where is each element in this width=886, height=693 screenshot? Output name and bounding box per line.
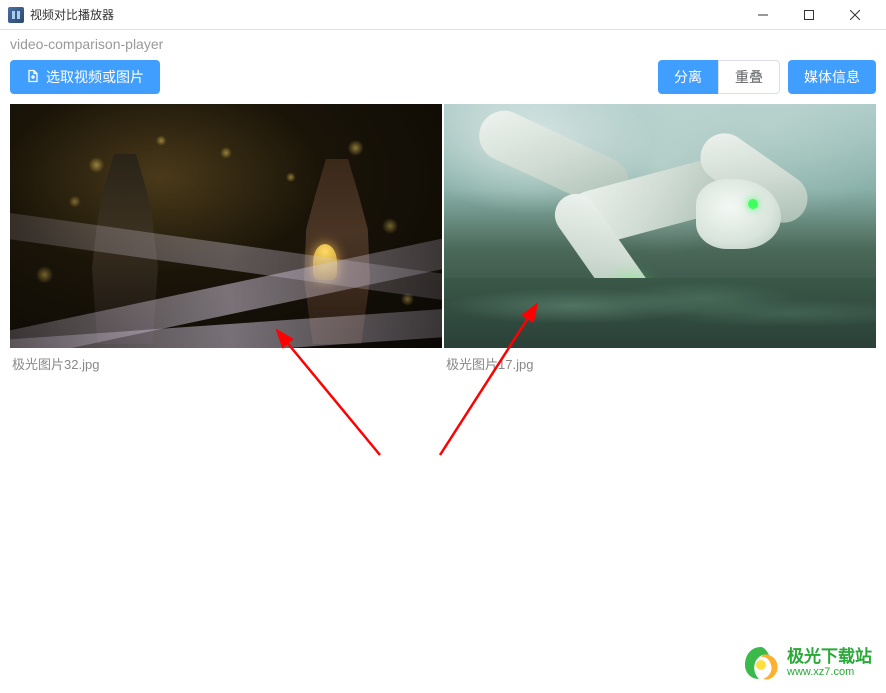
- window-controls: [740, 0, 878, 30]
- app-subtitle: video-comparison-player: [0, 30, 886, 56]
- separate-button[interactable]: 分离: [658, 60, 718, 94]
- media-content: 极光图片32.jpg 极光图片17.jpg: [0, 104, 886, 379]
- view-mode-group: 分离 重叠: [658, 60, 780, 94]
- titlebar: 视频对比播放器: [0, 0, 886, 30]
- app-icon: [8, 7, 24, 23]
- file-icon: [26, 69, 40, 86]
- media-item: 极光图片32.jpg: [10, 104, 442, 379]
- watermark-url: www.xz7.com: [787, 666, 872, 679]
- watermark: 极光下载站 www.xz7.com: [741, 643, 872, 683]
- media-thumbnail-1[interactable]: [10, 104, 442, 348]
- window-title: 视频对比播放器: [30, 6, 740, 23]
- maximize-button[interactable]: [786, 0, 832, 30]
- watermark-title: 极光下载站: [787, 647, 872, 667]
- media-item: 极光图片17.jpg: [444, 104, 876, 379]
- overlap-button[interactable]: 重叠: [718, 60, 780, 94]
- toolbar: 选取视频或图片 分离 重叠 媒体信息: [0, 56, 886, 104]
- close-button[interactable]: [832, 0, 878, 30]
- media-thumbnail-2[interactable]: [444, 104, 876, 348]
- media-info-button[interactable]: 媒体信息: [788, 60, 876, 94]
- select-media-label: 选取视频或图片: [46, 67, 144, 87]
- media-filename: 极光图片32.jpg: [10, 348, 442, 379]
- watermark-logo-icon: [741, 643, 781, 683]
- minimize-button[interactable]: [740, 0, 786, 30]
- media-filename: 极光图片17.jpg: [444, 348, 876, 379]
- select-media-button[interactable]: 选取视频或图片: [10, 60, 160, 94]
